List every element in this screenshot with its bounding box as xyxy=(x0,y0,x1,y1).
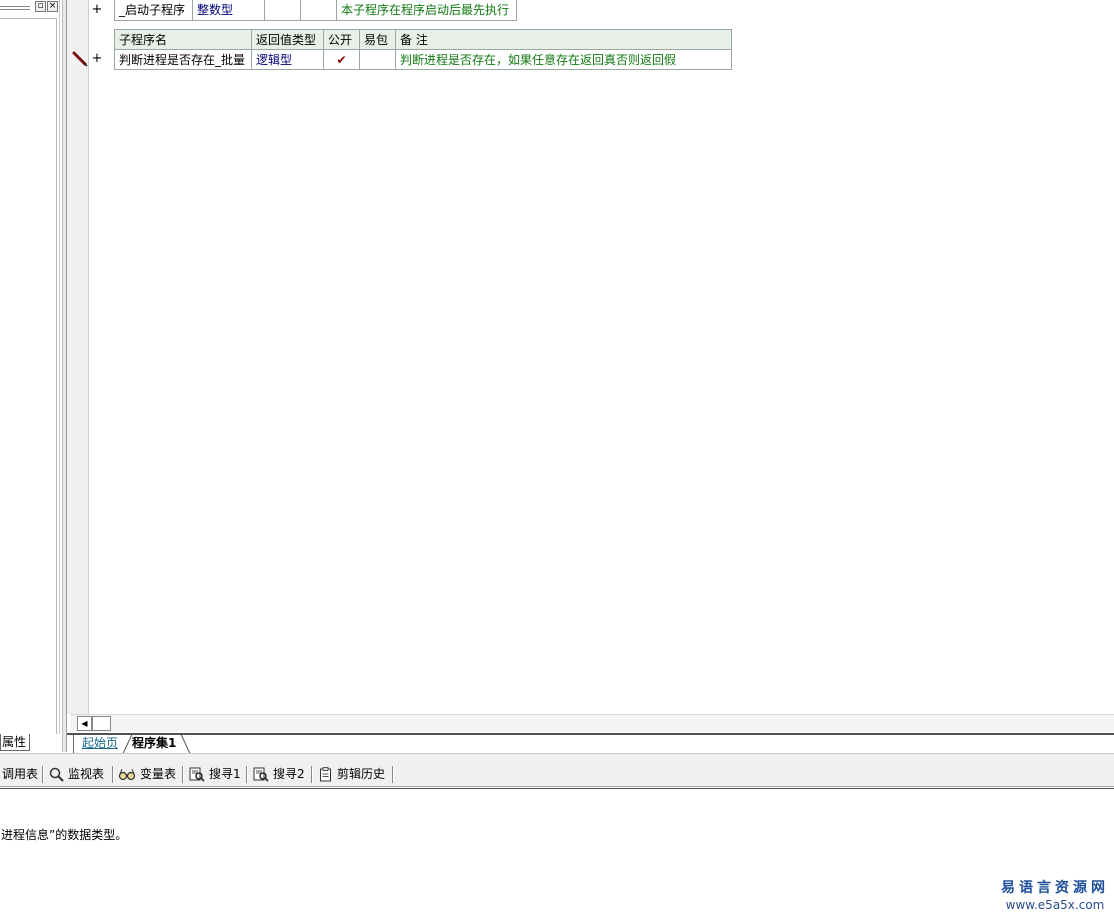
edit-pen-icon xyxy=(72,51,88,67)
panel-grip[interactable] xyxy=(0,6,30,10)
toolbar-separator xyxy=(182,766,184,783)
panel-restore-icon[interactable]: ▫ xyxy=(35,1,46,12)
package-cell[interactable] xyxy=(359,49,396,70)
package-cell[interactable] xyxy=(300,0,337,21)
subprogram-name-cell[interactable]: _启动子程序 xyxy=(114,0,193,21)
toolbar-separator xyxy=(311,766,313,783)
table-header-row: 子程序名 返回值类型 公开 易包 备 注 xyxy=(114,29,732,50)
return-type-cell[interactable]: 整数型 xyxy=(192,0,265,21)
watermark-title: 易语言资源网 xyxy=(1001,880,1109,896)
public-cell[interactable] xyxy=(264,0,301,21)
tab-properties[interactable]: 属性 xyxy=(0,734,30,751)
toolbar-strip xyxy=(0,753,1114,763)
scroll-left-arrow-icon[interactable]: ◀ xyxy=(77,716,92,731)
column-header: 备 注 xyxy=(395,29,732,50)
clip-history-label: 剪辑历史 xyxy=(337,767,386,781)
public-check-icon[interactable]: ✔ xyxy=(323,49,360,70)
search-document-icon xyxy=(253,767,269,782)
call-table-button[interactable]: 调用表 xyxy=(2,765,38,784)
variable-table-button[interactable]: 变量表 xyxy=(118,765,176,784)
watermark-url: www.e5a5x.com xyxy=(1005,898,1105,912)
watch-table-button[interactable]: 监视表 xyxy=(49,765,104,784)
toolbar-separator xyxy=(112,766,114,783)
output-message: 进程信息”的数据类型。 xyxy=(1,828,128,842)
search2-button[interactable]: 搜寻2 xyxy=(253,765,305,784)
subprogram-name-cell[interactable]: 判断进程是否存在_批量 xyxy=(114,49,252,70)
glasses-icon xyxy=(118,768,136,780)
panel-close-icon[interactable]: × xyxy=(47,1,58,12)
bottom-toolbar: 调用表 监视表 变量表 搜寻1 搜寻2 剪辑历史 xyxy=(0,763,1114,786)
table-row: _启动子程序 整数型 本子程序在程序启动后最先执行 xyxy=(114,0,517,21)
code-editor[interactable]: + + _启动子程序 整数型 本子程序在程序启动后最先执行 子程序名 返回值类型… xyxy=(67,0,1114,733)
variable-table-label: 变量表 xyxy=(140,767,177,781)
column-header: 易包 xyxy=(359,29,396,50)
scrollbar-thumb[interactable] xyxy=(92,716,111,731)
toolbar-separator xyxy=(246,766,248,783)
expand-icon[interactable]: + xyxy=(91,52,103,66)
toolbar-separator xyxy=(42,766,44,783)
properties-content xyxy=(0,18,57,734)
clip-history-button[interactable]: 剪辑历史 xyxy=(319,765,385,784)
column-header: 公开 xyxy=(323,29,360,50)
watermark: 易语言资源网 www.e5a5x.com xyxy=(1000,877,1110,912)
subprogram-table: 子程序名 返回值类型 公开 易包 备 注 判断进程是否存在_批量 逻辑型 ✔ 判… xyxy=(114,29,732,70)
note-cell[interactable]: 本子程序在程序启动后最先执行 xyxy=(336,0,517,21)
search1-label: 搜寻1 xyxy=(209,767,241,781)
horizontal-scrollbar[interactable]: ◀ xyxy=(70,714,1114,732)
watch-table-label: 监视表 xyxy=(68,767,105,781)
properties-panel: ▫ × 属性 xyxy=(0,0,62,752)
tab-start-page[interactable]: 起始页 xyxy=(73,735,130,753)
column-header: 返回值类型 xyxy=(251,29,324,50)
panel-titlebar[interactable]: ▫ × xyxy=(0,0,62,16)
search2-label: 搜寻2 xyxy=(273,767,305,781)
table-row: 判断进程是否存在_批量 逻辑型 ✔ 判断进程是否存在，如果任意存在返回真否则返回… xyxy=(114,49,732,70)
note-cell[interactable]: 判断进程是否存在，如果任意存在返回真否则返回假 xyxy=(395,49,732,70)
expand-icon[interactable]: + xyxy=(91,3,103,17)
toolbar-separator xyxy=(392,766,394,783)
editor-gutter xyxy=(67,0,89,714)
subprogram-table-startup: _启动子程序 整数型 本子程序在程序启动后最先执行 xyxy=(114,0,517,21)
return-type-cell[interactable]: 逻辑型 xyxy=(251,49,324,70)
column-header: 子程序名 xyxy=(114,29,252,50)
call-table-label: 调用表 xyxy=(2,767,39,781)
search1-button[interactable]: 搜寻1 xyxy=(189,765,241,784)
clipboard-icon xyxy=(320,767,331,782)
search-document-icon xyxy=(189,767,205,782)
output-panel-border xyxy=(0,786,1114,789)
page-tab-bar: 起始页 程序集1 xyxy=(67,733,1114,753)
magnifier-icon xyxy=(49,767,64,782)
